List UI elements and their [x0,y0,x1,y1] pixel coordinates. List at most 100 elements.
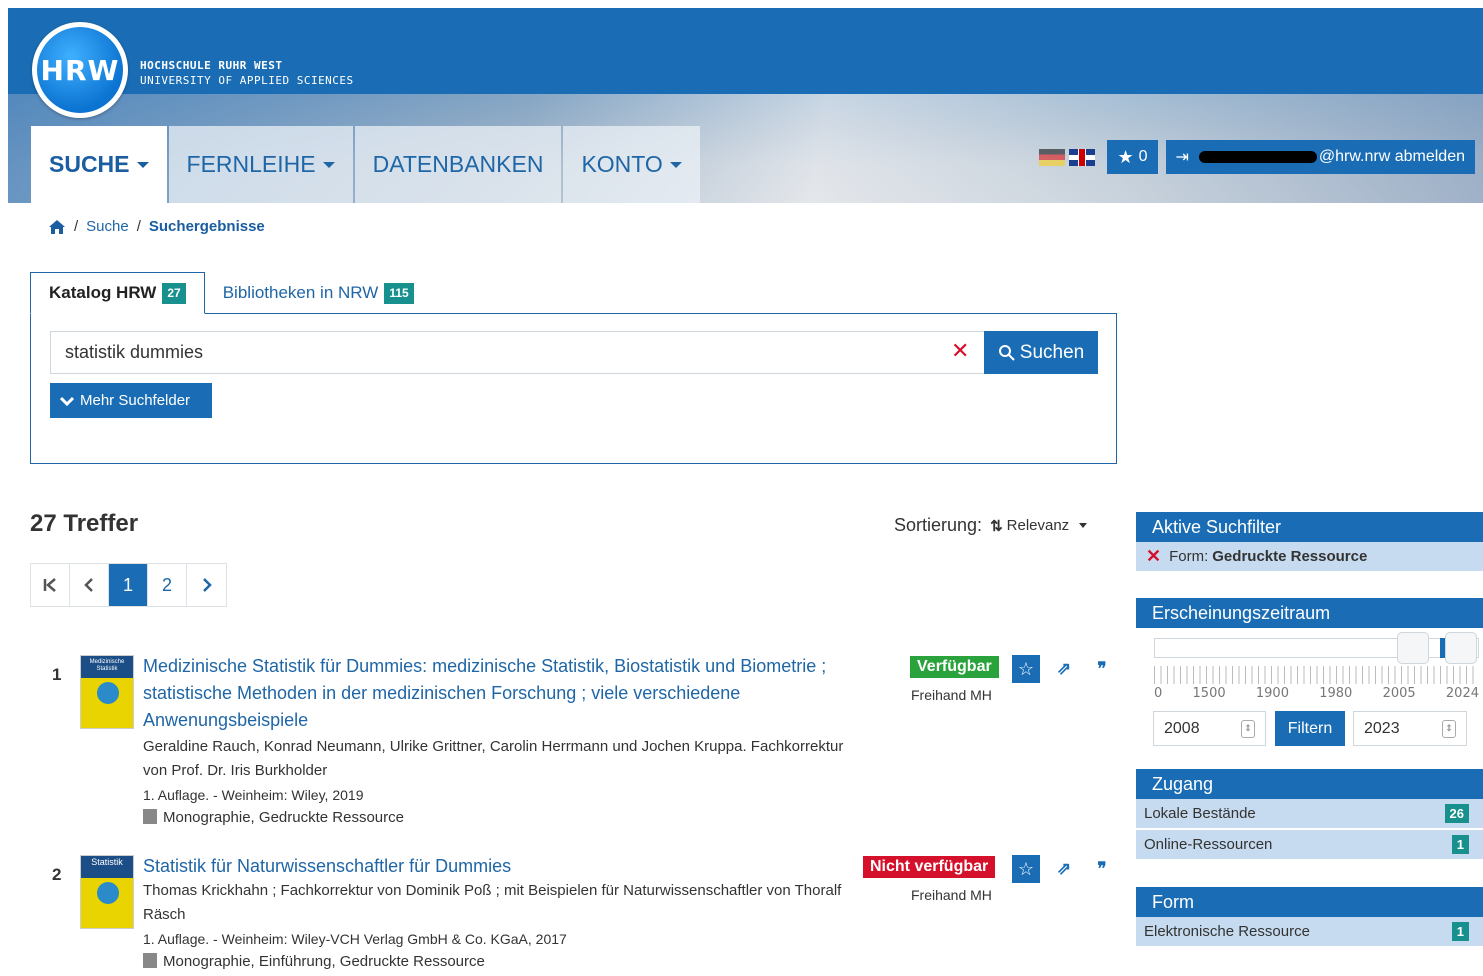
book-cover-title: Statistik [81,856,133,878]
slider-handle-min[interactable] [1397,632,1429,664]
clear-search-icon[interactable]: ✕ [951,339,969,364]
active-filters-title: Aktive Suchfilter [1136,512,1483,542]
more-search-fields-button[interactable]: Mehr Suchfelder [50,383,212,418]
header-actions: ★ 0 ⇥ @hrw.nrw abmelden [1039,140,1475,174]
add-favorite-button[interactable]: ☆ [1012,855,1040,883]
period-title: Erscheinungszeitraum [1136,598,1483,628]
active-filter-item[interactable]: ✕ Form: Gedruckte Ressource [1136,542,1483,573]
german-flag-icon[interactable] [1039,148,1066,166]
hit-count: 27 Treffer [30,510,139,537]
prev-page-icon[interactable] [70,564,109,606]
tick-label: 1500 [1192,686,1226,701]
nav-suche-label: SUCHE [49,151,130,177]
logout-icon: ⇥ [1175,149,1189,166]
favorites-button[interactable]: ★ 0 [1107,140,1158,174]
tick-label: 1900 [1255,686,1289,701]
home-icon[interactable] [48,219,66,235]
tab-katalog-hrw[interactable]: Katalog HRW 27 [30,272,205,314]
active-filter-key: Form: [1169,548,1209,565]
logo-text: HRW [37,27,123,113]
remove-filter-icon[interactable]: ✕ [1146,546,1161,567]
result-title-link[interactable]: Statistik für Naturwissenschaftler für D… [143,853,878,880]
search-tabs: Katalog HRW 27 Bibliotheken in NRW 115 [30,272,432,314]
book-cover-thumbnail[interactable]: Medizinische Statistik [80,655,134,729]
sort-value: Relevanz [1006,517,1070,534]
year-to-input[interactable]: 2023 ⇕ [1353,711,1467,746]
search-button[interactable]: Suchen [984,331,1098,374]
search-icon [998,344,1015,361]
nav-fernleihe[interactable]: FERNLEIHE [168,126,353,203]
spinner-icon[interactable]: ⇕ [1241,719,1255,738]
tab-bibliotheken-nrw[interactable]: Bibliotheken in NRW 115 [205,272,432,314]
nav-konto-label: KONTO [581,151,663,177]
breadcrumb-suche[interactable]: Suche [86,218,129,235]
spinner-icon[interactable]: ⇕ [1442,719,1456,738]
result-type-label: Monographie, Einführung, Gedruckte Resso… [163,953,485,970]
nav-datenbanken[interactable]: DATENBANKEN [354,126,562,203]
result-actions: ☆ ⇗ ❞ [1012,855,1116,883]
share-icon[interactable]: ⇗ [1050,859,1078,879]
tick-label: 1980 [1319,686,1353,701]
form-item[interactable]: Elektronische Ressource 1 [1136,917,1483,948]
star-icon: ★ [1117,146,1134,167]
access-title: Zugang [1136,769,1483,799]
quote-icon[interactable]: ❞ [1088,859,1116,879]
active-filters-panel: Aktive Suchfilter ✕ Form: Gedruckte Ress… [1136,512,1483,573]
year-to-value: 2023 [1364,719,1400,737]
access-item-count: 1 [1451,835,1469,854]
brand-line-2: UNIVERSITY OF APPLIED SCIENCES [140,74,354,87]
chevron-down-icon [60,396,74,406]
search-input[interactable]: statistik dummies [50,331,985,374]
book-cover-art [81,878,133,908]
search-button-label: Suchen [1019,341,1085,363]
form-title: Form [1136,887,1483,917]
book-cover-title: Medizinische Statistik [81,656,133,678]
sort-dropdown[interactable]: ⇅ Relevanz [990,517,1088,535]
uk-flag-icon[interactable] [1069,148,1096,166]
chevron-down-icon [669,161,682,168]
next-page-icon[interactable] [187,564,226,606]
slider-track[interactable] [1154,638,1479,658]
language-switch [1039,148,1096,166]
breadcrumb: / Suche / Suchergebnisse [48,218,265,235]
result-actions: ☆ ⇗ ❞ [1012,655,1116,683]
year-from-input[interactable]: 2008 ⇕ [1153,711,1266,746]
brand-text: HOCHSCHULE RUHR WEST UNIVERSITY OF APPLI… [140,58,354,88]
filter-button[interactable]: Filtern [1275,711,1345,746]
tick-label: 0 [1154,686,1163,701]
tab-bibliotheken-label: Bibliotheken in NRW [222,283,379,302]
first-page-icon[interactable] [31,564,70,606]
access-item[interactable]: Lokale Bestände 26 [1136,799,1483,830]
result-type: Monographie, Gedruckte Ressource [143,806,863,830]
share-icon[interactable]: ⇗ [1050,659,1078,679]
star-outline-icon: ☆ [1017,858,1035,879]
nav-suche[interactable]: SUCHE [31,126,167,203]
form-item-count: 1 [1451,922,1469,941]
nav-konto[interactable]: KONTO [563,126,700,203]
access-item[interactable]: Online-Ressourcen 1 [1136,830,1483,861]
hrw-logo[interactable]: HRW [32,22,128,118]
logout-button[interactable]: ⇥ @hrw.nrw abmelden [1165,140,1475,174]
quote-icon[interactable]: ❞ [1088,659,1116,679]
tab-bibliotheken-count: 115 [384,282,414,304]
book-cover-art [81,708,133,728]
tick-label: 2024 [1445,686,1479,701]
breadcrumb-separator: / [136,218,141,235]
result-title-link[interactable]: Medizinische Statistik für Dummies: medi… [143,653,878,734]
page-1[interactable]: 1 [109,564,148,606]
slider-handle-max[interactable] [1445,632,1477,664]
book-cover-thumbnail[interactable]: Statistik [80,855,134,929]
logout-label: @hrw.nrw abmelden [1318,148,1465,165]
add-favorite-button[interactable]: ☆ [1012,655,1040,683]
period-panel: Erscheinungszeitraum [1136,598,1483,628]
year-from-value: 2008 [1164,719,1200,737]
tick-label: 2005 [1382,686,1416,701]
search-panel: statistik dummies ✕ Suchen Mehr Suchfeld… [30,313,1117,464]
result-type-label: Monographie, Gedruckte Ressource [163,809,404,826]
form-panel: Form Elektronische Ressource 1 [1136,887,1483,948]
result-number: 2 [52,865,62,884]
page-2[interactable]: 2 [148,564,187,606]
more-search-fields-label: Mehr Suchfelder [80,392,191,409]
nav-fernleihe-label: FERNLEIHE [186,151,316,177]
result-authors: Geraldine Rauch, Konrad Neumann, Ulrike … [143,738,844,779]
